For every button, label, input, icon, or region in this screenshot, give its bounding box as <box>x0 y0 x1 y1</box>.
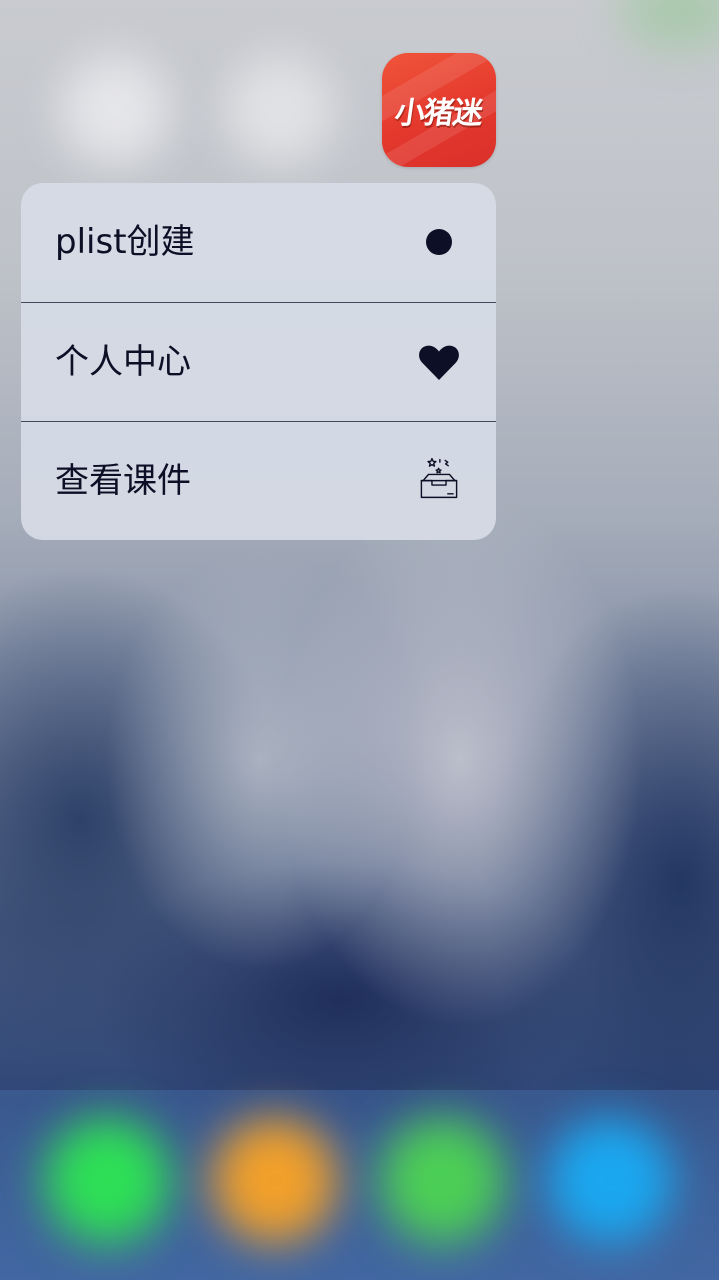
blurred-dock-app-icon[interactable] <box>212 1118 337 1243</box>
blurred-app-icon <box>620 0 719 50</box>
blurred-dock-app-icon[interactable] <box>380 1118 505 1243</box>
app-logo-text: 小猪迷 <box>392 96 485 131</box>
blurred-dock-app-icon[interactable] <box>548 1118 673 1243</box>
open-box-icon <box>420 457 458 499</box>
quick-action-personal-center[interactable]: 个人中心 <box>21 303 496 421</box>
quick-action-label: 个人中心 <box>55 342 191 382</box>
heart-icon <box>419 345 459 380</box>
quick-action-view-courseware[interactable]: 查看课件 <box>21 422 496 540</box>
blurred-app-icon <box>60 55 170 165</box>
quick-action-plist-create[interactable]: plist创建 <box>21 183 496 301</box>
blurred-app-icon <box>225 55 335 165</box>
app-icon[interactable]: 小猪迷 <box>382 53 496 167</box>
filled-circle-icon <box>426 229 452 255</box>
blurred-dock-app-icon[interactable] <box>45 1118 170 1243</box>
quick-action-label: 查看课件 <box>55 461 191 501</box>
quick-action-label: plist创建 <box>55 222 195 262</box>
quick-action-menu: plist创建 个人中心 查看课件 <box>21 183 496 540</box>
